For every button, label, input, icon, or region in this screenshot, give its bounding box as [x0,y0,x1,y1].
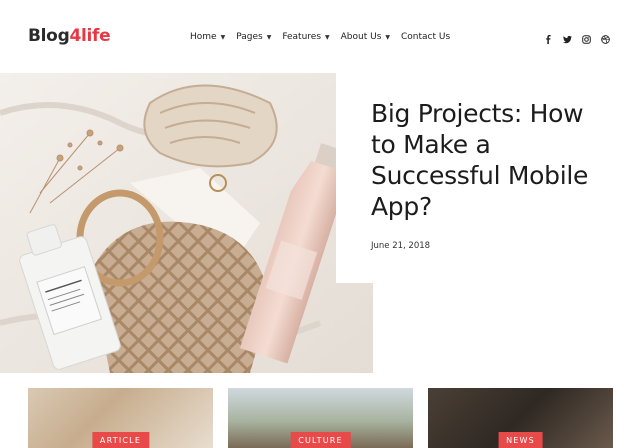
category-badge[interactable]: News [498,432,543,448]
caret-down-icon: ▼ [385,33,391,41]
caret-down-icon: ▼ [220,33,226,41]
hero-date: June 21, 2018 [371,241,431,251]
twitter-icon[interactable] [563,35,572,44]
hero-photo [0,73,373,373]
hero-title[interactable]: Big Projects: How to Make a Successful M… [371,98,611,222]
nav-item-label: Features [282,32,322,42]
nav-item-features[interactable]: Features ▼ [282,32,329,42]
nav-item-label: Contact Us [401,32,451,42]
caret-down-icon: ▼ [325,33,330,41]
category-badge[interactable]: Article [91,432,150,448]
site-header: Blog4life Home ▼ Pages ▼ Features ▼ About U… [0,0,640,73]
post-card-news[interactable]: News [428,388,613,448]
main-nav: Home ▼ Pages ▼ Features ▼ About Us ▼ Contact… [190,32,461,42]
caret-down-icon: ▼ [266,33,272,41]
site-logo[interactable]: Blog4life [28,26,111,46]
category-badge[interactable]: Culture [290,432,351,448]
nav-item-label: Pages [236,32,263,42]
logo-text-main: Blog [28,26,70,46]
social-links [544,35,610,44]
nav-item-label: Home [190,32,217,42]
dribbble-icon[interactable] [601,35,610,44]
hero-image[interactable] [0,73,373,373]
nav-item-contact-us[interactable]: Contact Us [401,32,450,42]
instagram-icon[interactable] [582,35,591,44]
nav-item-pages[interactable]: Pages ▼ [236,32,271,42]
facebook-icon[interactable] [544,35,553,44]
nav-item-home[interactable]: Home ▼ [190,32,225,42]
nav-item-label: About Us [340,32,382,42]
post-card-culture[interactable]: Culture [228,388,413,448]
post-card-article[interactable]: Article [28,388,213,448]
nav-item-about-us[interactable]: About Us ▼ [341,32,390,42]
logo-text-accent: 4life [69,26,111,46]
